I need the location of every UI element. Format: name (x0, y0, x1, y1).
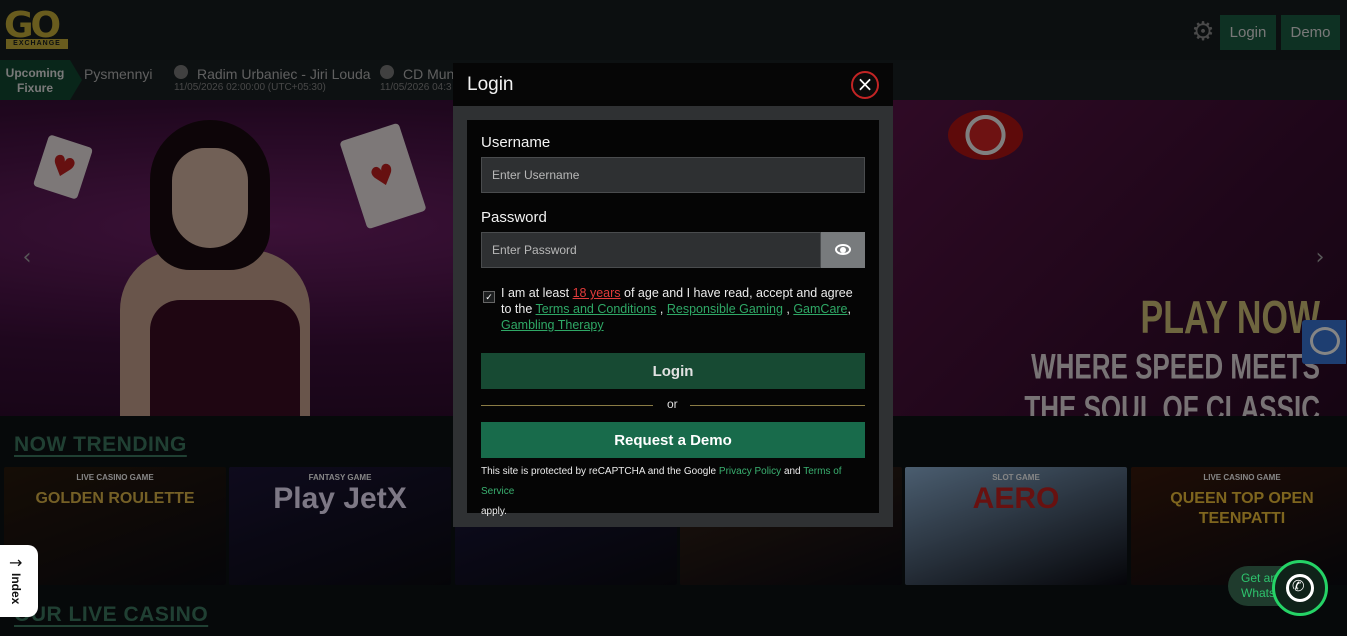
age-agree-checkbox[interactable]: ✓ (483, 291, 495, 303)
divider (690, 405, 865, 406)
modal-header: Login × (453, 63, 893, 106)
password-label: Password (481, 209, 547, 226)
close-icon[interactable]: × (851, 71, 879, 99)
terms-link[interactable]: Terms and Conditions (536, 302, 657, 316)
login-modal: Login × Username Password ✓ I am at leas… (453, 63, 893, 527)
recaptcha-and: and (783, 466, 801, 477)
responsible-gaming-link[interactable]: Responsible Gaming (667, 302, 783, 316)
whatsapp-button[interactable] (1272, 560, 1328, 616)
divider (481, 405, 653, 406)
recaptcha-text: This site is protected by reCAPTCHA and … (481, 466, 717, 477)
age-link[interactable]: 18 years (573, 286, 621, 300)
login-form: Username Password ✓ I am at least 18 yea… (467, 120, 879, 517)
arrow-right-icon: → (9, 553, 23, 572)
agreement-prefix: I am at least (501, 286, 570, 300)
modal-title: Login (467, 74, 514, 95)
username-label: Username (481, 134, 551, 151)
whatsapp-icon (1286, 574, 1314, 602)
or-divider-text: or (667, 397, 678, 411)
recaptcha-apply: apply. (481, 506, 507, 517)
agreement-text: I am at least 18 years of age and I have… (501, 286, 853, 332)
gambling-therapy-link[interactable]: Gambling Therapy (501, 318, 604, 332)
eye-icon (835, 244, 851, 255)
index-label: Index (9, 573, 23, 605)
login-submit-button[interactable]: Login (481, 353, 865, 389)
show-password-button[interactable] (821, 232, 865, 268)
index-side-tab[interactable]: → Index (0, 545, 38, 617)
password-input[interactable] (481, 232, 821, 268)
request-demo-button[interactable]: Request a Demo (481, 422, 865, 458)
recaptcha-notice: This site is protected by reCAPTCHA and … (481, 462, 865, 522)
privacy-policy-link[interactable]: Privacy Policy (719, 466, 781, 477)
username-input[interactable] (481, 157, 865, 193)
gamcare-link[interactable]: GamCare (793, 302, 847, 316)
